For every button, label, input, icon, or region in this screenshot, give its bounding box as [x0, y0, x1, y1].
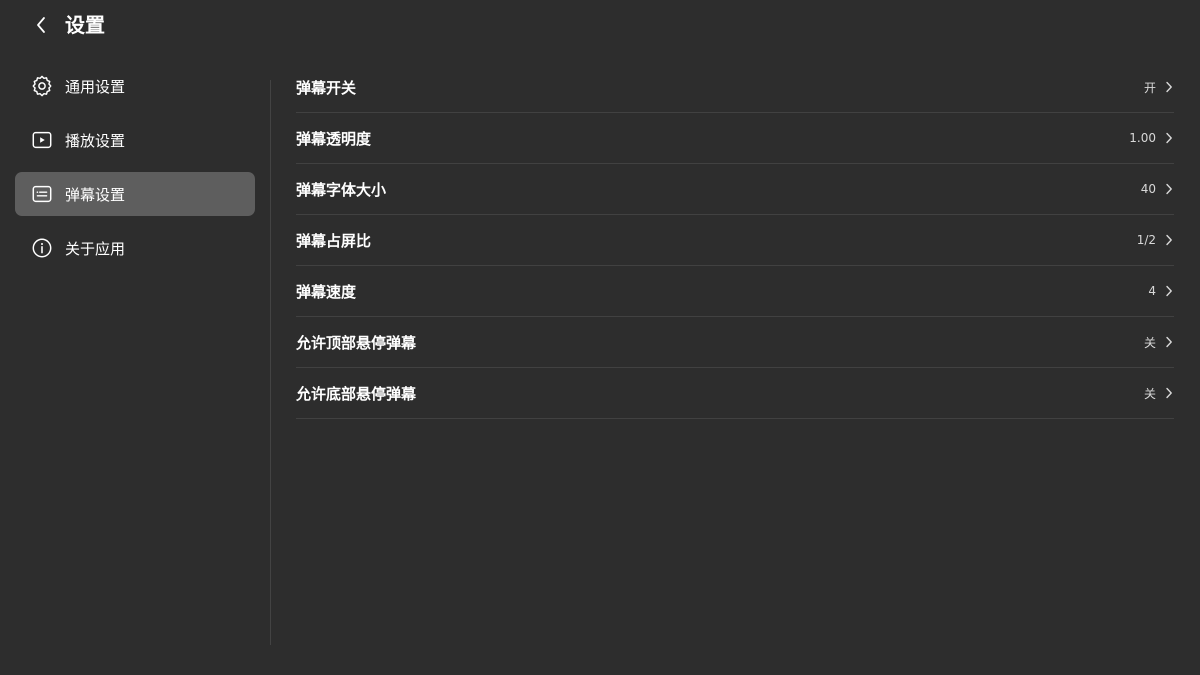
danmaku-icon	[30, 182, 54, 206]
setting-row-danmaku-toggle[interactable]: 弹幕开关 开	[296, 62, 1174, 113]
setting-label: 允许底部悬停弹幕	[296, 384, 417, 403]
chevron-right-icon	[1164, 132, 1174, 144]
setting-row-danmaku-screen-ratio[interactable]: 弹幕占屏比 1/2	[296, 215, 1174, 266]
setting-label: 弹幕透明度	[296, 129, 372, 148]
back-button[interactable]	[28, 12, 54, 38]
setting-value: 4	[1148, 284, 1156, 298]
chevron-right-icon	[1164, 387, 1174, 399]
chevron-right-icon	[1164, 183, 1174, 195]
setting-row-danmaku-font-size[interactable]: 弹幕字体大小 40	[296, 164, 1174, 215]
setting-value: 1.00	[1129, 131, 1156, 145]
setting-label: 弹幕开关	[296, 78, 357, 97]
chevron-right-icon	[1164, 234, 1174, 246]
gear-icon	[30, 74, 54, 98]
setting-label: 允许顶部悬停弹幕	[296, 333, 417, 352]
setting-label: 弹幕速度	[296, 282, 357, 301]
page-title: 设置	[65, 13, 105, 37]
sidebar-item-about[interactable]: 关于应用	[15, 226, 255, 270]
danmaku-settings-list: 弹幕开关 开 弹幕透明度 1.00 弹幕字体大小 40 弹幕占屏比 1/2 弹幕…	[296, 62, 1174, 419]
setting-row-danmaku-opacity[interactable]: 弹幕透明度 1.00	[296, 113, 1174, 164]
vertical-divider	[270, 80, 271, 645]
setting-label: 弹幕字体大小	[296, 180, 387, 199]
sidebar-item-playback[interactable]: 播放设置	[15, 118, 255, 162]
chevron-right-icon	[1164, 81, 1174, 93]
setting-row-danmaku-speed[interactable]: 弹幕速度 4	[296, 266, 1174, 317]
chevron-right-icon	[1164, 336, 1174, 348]
sidebar-item-general[interactable]: 通用设置	[15, 64, 255, 108]
chevron-right-icon	[1164, 285, 1174, 297]
setting-value: 关	[1143, 386, 1156, 401]
header: 设置	[0, 0, 1200, 52]
info-icon	[30, 236, 54, 260]
setting-row-bottom-hover-danmaku[interactable]: 允许底部悬停弹幕 关	[296, 368, 1174, 419]
setting-value: 40	[1140, 182, 1156, 196]
sidebar-item-danmaku[interactable]: 弹幕设置	[15, 172, 255, 216]
settings-page: 设置 通用设置 播放设置 弹幕设置 关于应用 弹幕开关 开 弹幕透明度 1.00…	[0, 0, 1200, 675]
chevron-left-icon	[37, 17, 45, 33]
setting-value: 关	[1143, 335, 1156, 350]
setting-value: 开	[1143, 80, 1156, 95]
sidebar: 通用设置 播放设置 弹幕设置 关于应用	[15, 64, 255, 280]
play-icon	[30, 128, 54, 152]
sidebar-item-label: 通用设置	[65, 77, 126, 96]
sidebar-item-label: 弹幕设置	[65, 185, 126, 204]
setting-value: 1/2	[1136, 233, 1156, 247]
sidebar-item-label: 关于应用	[65, 239, 126, 258]
sidebar-item-label: 播放设置	[65, 131, 126, 150]
setting-row-top-hover-danmaku[interactable]: 允许顶部悬停弹幕 关	[296, 317, 1174, 368]
setting-label: 弹幕占屏比	[296, 231, 372, 250]
